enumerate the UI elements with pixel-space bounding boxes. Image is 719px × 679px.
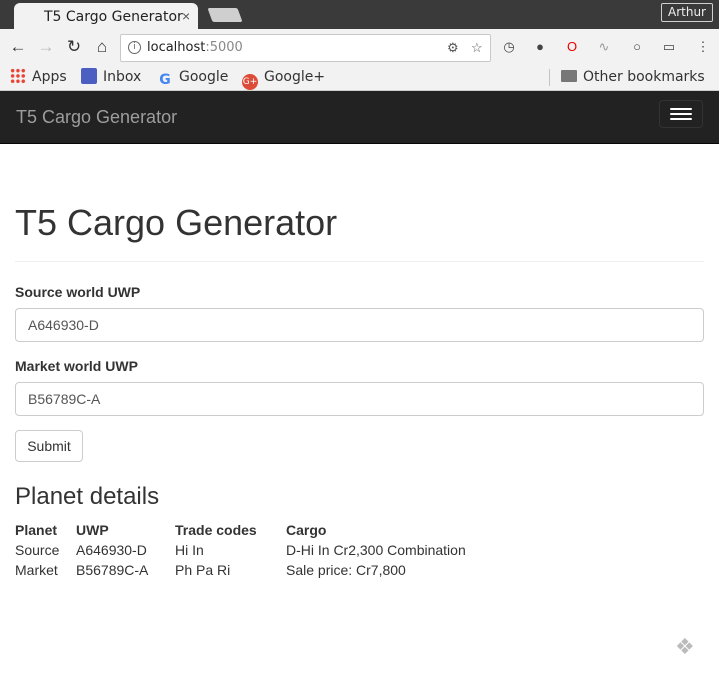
tab-strip: T5 Cargo Generator × Arthur xyxy=(0,0,719,29)
google-plus-icon: G+ xyxy=(242,74,258,90)
hamburger-icon xyxy=(670,118,692,120)
table-row: Source A646930-D Hi In D-Hi In Cr2,300 C… xyxy=(15,540,466,560)
forward-icon[interactable]: → xyxy=(36,37,56,57)
planet-details-table: Planet UWP Trade codes Cargo Source A646… xyxy=(15,520,466,580)
divider xyxy=(15,261,704,262)
bookmark-label: Inbox xyxy=(103,69,142,85)
table-header-row: Planet UWP Trade codes Cargo xyxy=(15,520,466,540)
bookmark-google[interactable]: G Google xyxy=(157,68,229,88)
folder-icon xyxy=(561,70,577,82)
page-title: T5 Cargo Generator xyxy=(15,202,338,243)
bookmark-apps[interactable]: Apps xyxy=(10,68,67,86)
reload-icon[interactable]: ↻ xyxy=(64,37,84,57)
google-icon: G xyxy=(159,72,171,88)
cast-icon[interactable]: ▭ xyxy=(660,38,678,56)
cell-cargo: D-Hi In Cr2,300 Combination xyxy=(286,542,466,558)
column-header-cargo: Cargo xyxy=(286,522,327,538)
tab-close-icon[interactable]: × xyxy=(182,8,190,24)
keep-extension-icon[interactable]: ○ xyxy=(628,38,646,56)
market-uwp-input[interactable] xyxy=(15,382,704,416)
table-row: Market B56789C-A Ph Pa Ri Sale price: Cr… xyxy=(15,560,466,580)
cell-trade-codes: Hi In xyxy=(175,542,204,558)
cell-uwp: B56789C-A xyxy=(76,562,149,578)
bookmarks-bar: Apps Inbox G Google G+ Google+ Other bookm… xyxy=(0,65,719,91)
navbar-toggle-button[interactable] xyxy=(659,100,703,128)
bookmark-label: Apps xyxy=(32,69,67,85)
inbox-icon xyxy=(81,68,97,84)
cell-cargo: Sale price: Cr7,800 xyxy=(286,562,406,578)
other-bookmarks[interactable]: Other bookmarks xyxy=(561,68,705,86)
source-uwp-input[interactable] xyxy=(15,308,704,342)
column-header-planet: Planet xyxy=(15,522,58,538)
feedly-icon[interactable]: ❖ xyxy=(675,636,697,658)
submit-button[interactable]: Submit xyxy=(15,430,83,462)
url-host: localhost xyxy=(147,40,206,55)
bookmark-label: Google+ xyxy=(264,69,326,85)
other-bookmarks-label: Other bookmarks xyxy=(583,69,705,85)
market-uwp-label: Market world UWP xyxy=(15,358,138,374)
url-port: :5000 xyxy=(205,40,243,55)
bookmark-google-plus[interactable]: G+ Google+ xyxy=(242,68,326,90)
column-header-uwp: UWP xyxy=(76,522,109,538)
navbar-brand[interactable]: T5 Cargo Generator xyxy=(16,107,177,128)
browser-tab[interactable]: T5 Cargo Generator × xyxy=(14,3,198,29)
rss-extension-icon[interactable]: ∿ xyxy=(595,38,613,56)
hamburger-icon xyxy=(670,108,692,110)
translate-blocked-icon[interactable]: ⚙ xyxy=(447,40,459,56)
bookmark-inbox[interactable]: Inbox xyxy=(81,68,141,86)
hamburger-icon xyxy=(670,113,692,115)
new-tab-button[interactable] xyxy=(207,8,243,22)
bookmark-star-icon[interactable]: ☆ xyxy=(471,40,483,56)
tab-title: T5 Cargo Generator xyxy=(44,9,183,25)
browser-toolbar: ← → ↻ ⌂ i localhost:5000 ⚙ ☆ ◷ ● O ∿ ○ ▭… xyxy=(0,29,719,65)
bookmark-label: Google xyxy=(179,69,229,85)
profile-button[interactable]: Arthur xyxy=(661,3,713,22)
app-navbar: T5 Cargo Generator xyxy=(0,91,719,144)
info-icon[interactable]: i xyxy=(128,41,141,54)
source-uwp-label: Source world UWP xyxy=(15,284,141,300)
menu-dots-icon[interactable]: ⋮ xyxy=(694,38,712,56)
cell-uwp: A646930-D xyxy=(76,542,147,558)
home-icon[interactable]: ⌂ xyxy=(92,37,112,57)
address-bar[interactable]: i localhost:5000 ⚙ ☆ xyxy=(120,34,491,62)
back-icon[interactable]: ← xyxy=(8,37,28,57)
cell-planet: Source xyxy=(15,542,60,558)
opera-extension-icon[interactable]: O xyxy=(563,38,581,56)
apps-grid-icon xyxy=(10,68,26,84)
cell-trade-codes: Ph Pa Ri xyxy=(175,562,231,578)
clock-extension-icon[interactable]: ◷ xyxy=(500,38,518,56)
incognito-extension-icon[interactable]: ● xyxy=(531,38,549,56)
url-text: localhost:5000 xyxy=(147,40,243,55)
cell-planet: Market xyxy=(15,562,58,578)
bookmarks-divider xyxy=(549,69,550,86)
column-header-trade-codes: Trade codes xyxy=(175,522,257,538)
planet-details-heading: Planet details xyxy=(15,483,160,510)
